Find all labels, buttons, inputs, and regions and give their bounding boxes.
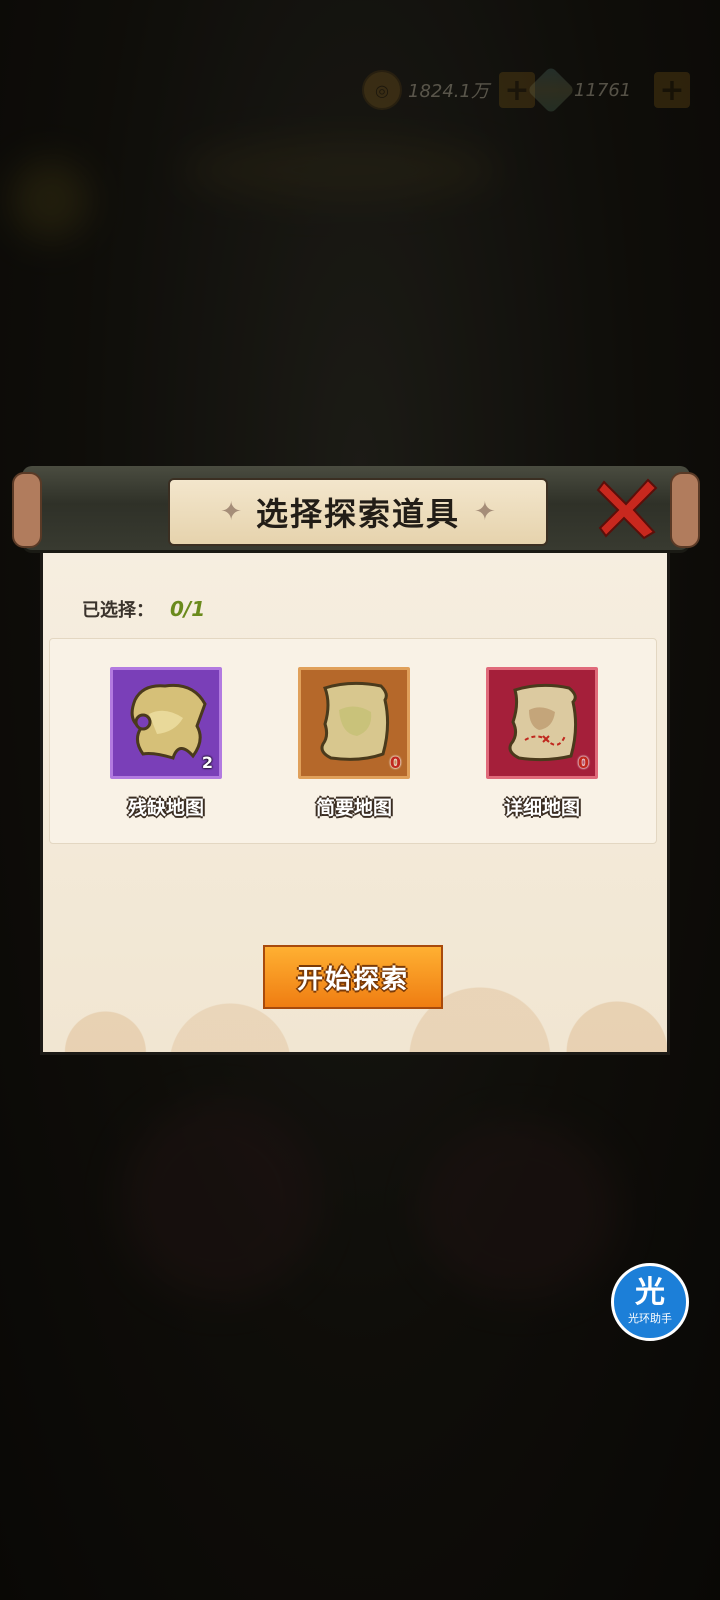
gem-counter: 11761 +	[526, 65, 690, 115]
assistant-label: 光环助手	[628, 1312, 672, 1325]
item-frame: 2	[110, 667, 222, 779]
item-list-panel: 2 残缺地图 0 简要地图 0 详细地图	[49, 638, 657, 844]
close-button[interactable]	[592, 472, 664, 544]
title-plate: ✦ 选择探索道具 ✦	[168, 478, 548, 546]
item-name: 简要地图	[315, 797, 392, 819]
gold-coin-icon: ◎	[362, 70, 402, 110]
item-name: 残缺地图	[127, 797, 204, 819]
item-count: 0	[577, 753, 589, 772]
gold-counter: ◎ 1824.1万 +	[362, 70, 535, 110]
ornament-icon: ✦	[220, 497, 242, 527]
start-explore-button[interactable]: 开始探索	[263, 945, 443, 1009]
dialog-title: 选择探索道具	[255, 495, 460, 533]
item-frame: 0	[486, 667, 598, 779]
ornament-icon: ✦	[474, 497, 496, 527]
close-x-icon	[596, 478, 658, 540]
assistant-floating-button[interactable]: 光 光环助手	[611, 1263, 689, 1341]
selected-label: 已选择：	[82, 600, 154, 621]
selected-value: 0/1	[170, 597, 206, 621]
dialog-header-scroll: ✦ 选择探索道具 ✦	[12, 458, 700, 556]
item-count: 2	[201, 753, 213, 772]
gem-amount: 11761	[574, 79, 632, 101]
assistant-logo-icon: 光	[635, 1275, 665, 1310]
item-detailed-map[interactable]: 0 详细地图	[484, 667, 600, 820]
start-explore-label: 开始探索	[296, 964, 409, 995]
item-broken-map[interactable]: 2 残缺地图	[108, 667, 224, 820]
item-frame: 0	[298, 667, 410, 779]
selection-status: 已选择： 0/1	[82, 596, 205, 622]
gold-amount: 1824.1万	[408, 81, 489, 102]
add-gem-button[interactable]: +	[654, 72, 690, 108]
item-name: 详细地图	[503, 797, 580, 819]
scroll-cap-left	[12, 472, 42, 548]
scroll-cap-right	[670, 472, 700, 548]
item-count: 0	[389, 753, 401, 772]
item-simple-map[interactable]: 0 简要地图	[296, 667, 412, 820]
